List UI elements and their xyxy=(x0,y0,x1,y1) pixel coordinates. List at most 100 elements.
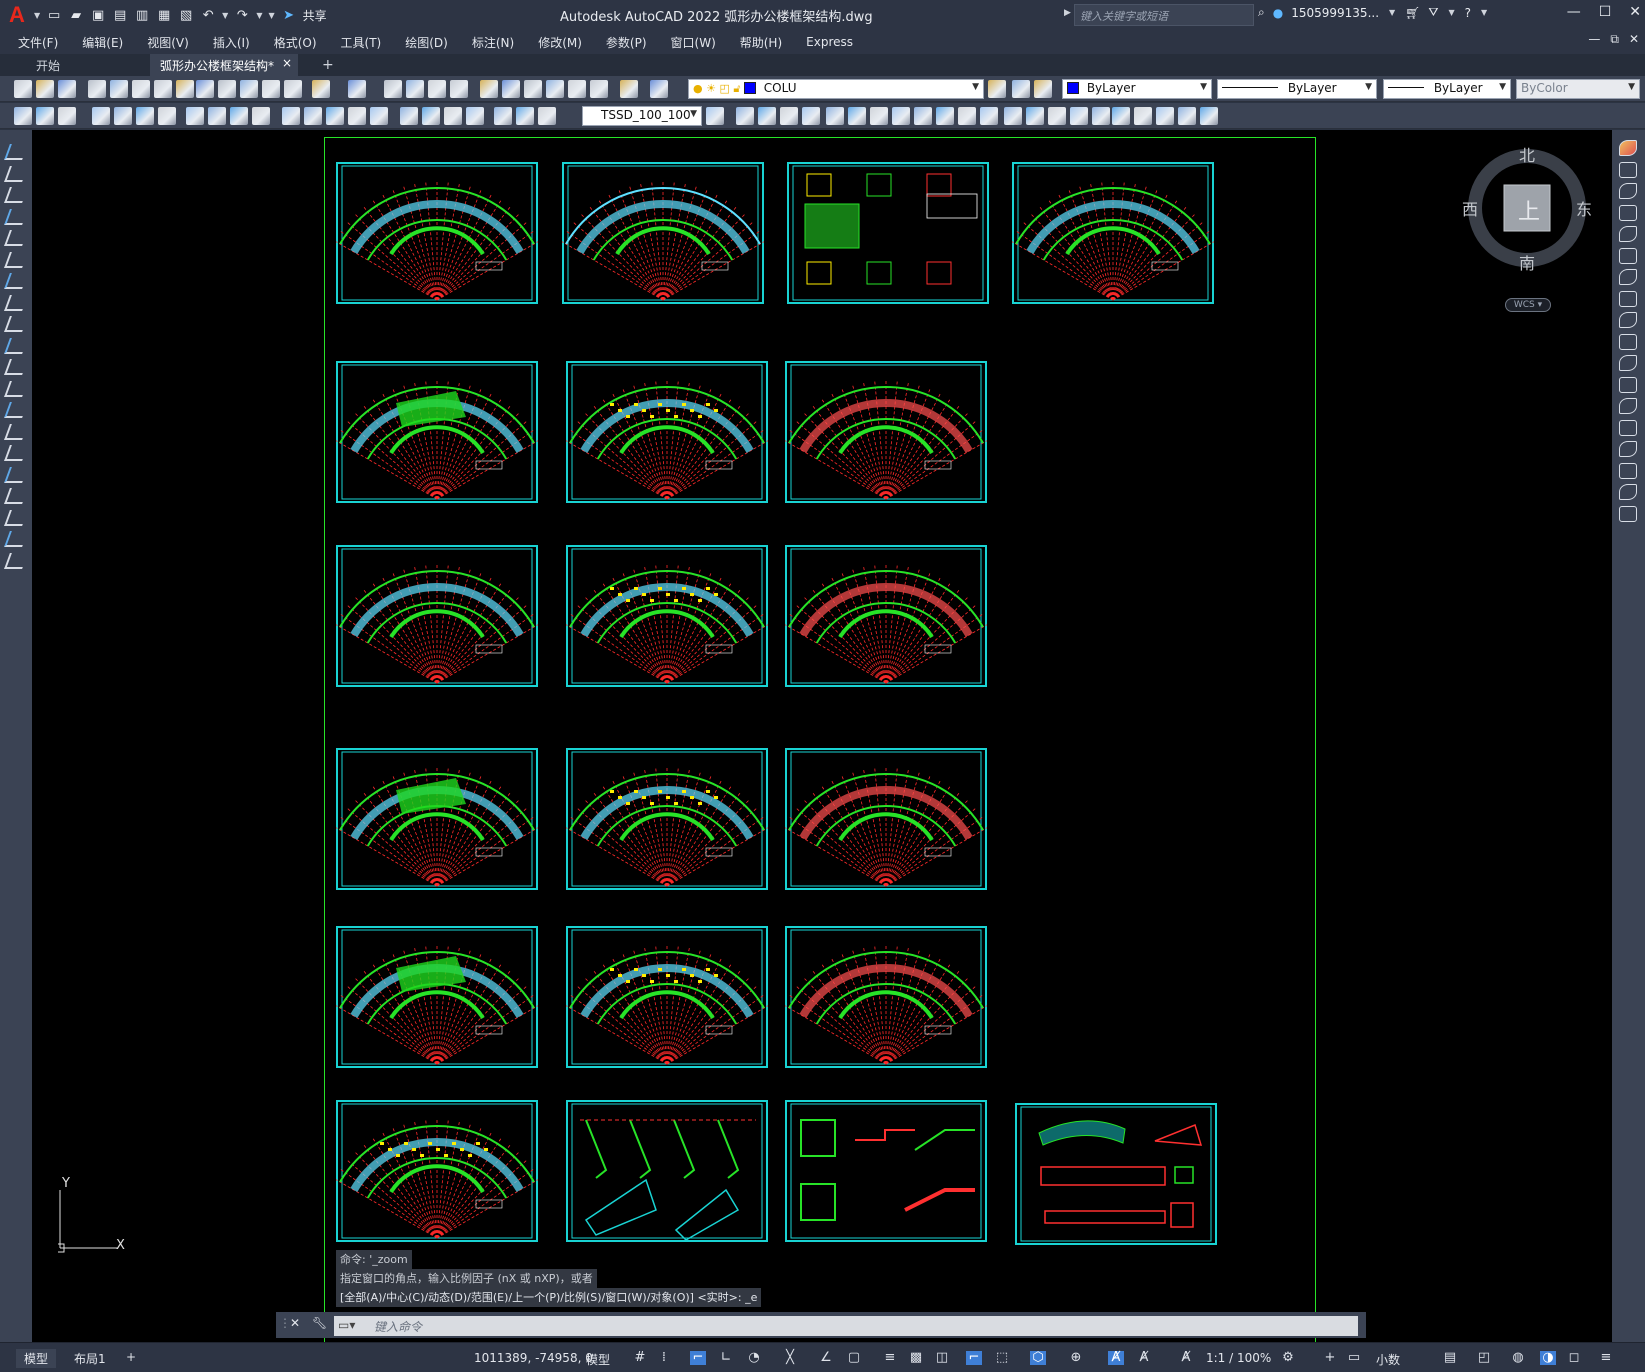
baseline-dim-icon[interactable] xyxy=(230,107,248,125)
aligned-dim-icon[interactable] xyxy=(1156,107,1174,125)
erase-tool-icon[interactable] xyxy=(1619,140,1637,156)
make-block-icon[interactable] xyxy=(4,402,28,418)
mirror-icon[interactable] xyxy=(706,107,724,125)
drawing-sheet[interactable] xyxy=(566,1100,768,1242)
menu-modify[interactable]: 修改(M) xyxy=(538,34,582,51)
compass-south[interactable]: 南 xyxy=(1519,250,1535,274)
break-icon[interactable] xyxy=(914,107,932,125)
cut-icon[interactable] xyxy=(196,80,214,98)
drawing-canvas[interactable]: 上 北 南 西 东 WCS ▾ Y X xyxy=(32,130,1612,1342)
object-snap-tracking-icon[interactable]: ∠ xyxy=(818,1351,834,1365)
point-icon[interactable] xyxy=(4,423,28,440)
undo-icon[interactable]: ↶ xyxy=(198,5,218,25)
multiline-text-icon[interactable] xyxy=(4,531,28,547)
tab-layout1[interactable]: 布局1 xyxy=(66,1349,114,1368)
chamfer-tool-icon[interactable] xyxy=(1619,441,1637,457)
zoom-previous-icon[interactable] xyxy=(450,80,468,98)
table-tool-icon[interactable] xyxy=(4,509,28,526)
selection-cycling-icon[interactable]: ◫ xyxy=(934,1351,950,1365)
redo-caret-icon[interactable]: ▼ xyxy=(256,11,262,20)
menu-insert[interactable]: 插入(I) xyxy=(213,34,250,51)
undo-icon[interactable] xyxy=(312,80,330,98)
layer-properties-icon[interactable] xyxy=(650,80,668,98)
tab-close-icon[interactable]: × xyxy=(282,56,292,70)
zoom-realtime-icon[interactable] xyxy=(406,80,424,98)
redo-icon[interactable]: ↷ xyxy=(232,5,252,25)
array-tool-icon[interactable] xyxy=(1619,226,1637,242)
menu-view[interactable]: 视图(V) xyxy=(147,34,189,51)
clean-screen-icon[interactable]: ◻ xyxy=(1566,1351,1582,1365)
tool-palettes-icon[interactable] xyxy=(524,80,542,98)
menu-edit[interactable]: 编辑(E) xyxy=(82,34,123,51)
polar-icon[interactable]: ◔ xyxy=(746,1351,762,1365)
plot-icon[interactable]: ▧ xyxy=(176,5,196,25)
drawing-sheet[interactable] xyxy=(336,1100,538,1242)
grid-icon[interactable]: # xyxy=(632,1351,648,1365)
sheet-set-icon[interactable] xyxy=(546,80,564,98)
paste-icon[interactable] xyxy=(240,80,258,98)
web-icon[interactable] xyxy=(176,80,194,98)
tolerance-icon[interactable] xyxy=(326,107,344,125)
search-icon[interactable]: ⌕ xyxy=(1258,5,1265,20)
annotation-scale[interactable]: 1:1 / 100% xyxy=(1206,1351,1271,1365)
dim-text-edit-icon[interactable] xyxy=(444,107,462,125)
search-input[interactable]: 键入关键字或短语 xyxy=(1074,4,1254,26)
lineweight-dropdown[interactable]: ByLayer ▼ xyxy=(1383,79,1511,99)
quick-dim-icon[interactable] xyxy=(208,107,226,125)
inspect-icon[interactable] xyxy=(370,107,388,125)
trim-icon[interactable] xyxy=(870,107,888,125)
search-expand-icon[interactable]: ▶ xyxy=(1064,8,1071,18)
save-as-icon[interactable]: ▤ xyxy=(110,5,130,25)
isolate-objects-icon[interactable]: ◍ xyxy=(1510,1351,1526,1365)
extend-tool-icon[interactable] xyxy=(1619,355,1637,371)
infer-constraints-icon[interactable]: ⌐ xyxy=(690,1351,706,1365)
dim-style-icon[interactable] xyxy=(494,107,512,125)
drawing-sheet[interactable] xyxy=(566,926,768,1068)
layer-previous-icon[interactable] xyxy=(1012,80,1030,98)
command-prompt-icon[interactable]: ▭▾ xyxy=(338,1318,355,1332)
array-icon[interactable] xyxy=(758,107,776,125)
menu-parametric[interactable]: 参数(P) xyxy=(606,34,647,51)
offset-tool-icon[interactable] xyxy=(1619,204,1637,221)
customize-icon[interactable]: ≡ xyxy=(1598,1351,1614,1365)
drawing-sheet[interactable] xyxy=(336,926,538,1068)
insert-block-icon[interactable] xyxy=(4,380,28,397)
stretch-tool-icon[interactable] xyxy=(1619,312,1637,328)
compass-east[interactable]: 东 xyxy=(1576,196,1592,220)
autocad-logo-icon[interactable]: A xyxy=(4,2,30,28)
command-customize-icon[interactable]: 🔧︎ xyxy=(312,1316,327,1330)
drawing-sheet[interactable] xyxy=(785,926,987,1068)
ellipse-icon[interactable] xyxy=(4,337,28,354)
doc-minimize-icon[interactable]: — xyxy=(1588,32,1600,47)
rotate-icon[interactable] xyxy=(802,107,820,125)
menu-express[interactable]: Express xyxy=(806,35,853,49)
construction-line-icon[interactable] xyxy=(4,165,28,182)
boundary-icon[interactable] xyxy=(1048,107,1066,125)
copy-icon[interactable] xyxy=(218,80,236,98)
tab-document[interactable]: 弧形办公楼框架结构* × xyxy=(150,54,298,76)
trim-tool-icon[interactable] xyxy=(1619,333,1637,350)
help-icon[interactable]: ? xyxy=(1465,6,1471,20)
3dprint-icon[interactable] xyxy=(154,80,172,98)
hatch-tool-icon[interactable] xyxy=(4,445,28,461)
isodraft-icon[interactable]: ╳ xyxy=(782,1351,798,1365)
menu-help[interactable]: 帮助(H) xyxy=(740,34,782,51)
angular-dim-icon[interactable] xyxy=(186,107,204,125)
drawing-sheet[interactable] xyxy=(785,361,987,503)
qnew-icon[interactable] xyxy=(14,80,32,98)
undo-caret-icon[interactable]: ▼ xyxy=(222,11,228,20)
radius-dim-icon[interactable] xyxy=(114,107,132,125)
break-at-point-icon[interactable] xyxy=(1619,376,1637,393)
doc-close-icon[interactable]: ✕ xyxy=(1629,32,1639,47)
diameter-dim-icon[interactable] xyxy=(158,107,176,125)
plot-icon[interactable] xyxy=(88,80,106,98)
store-cart-icon[interactable]: 🛒︎ xyxy=(1405,6,1420,20)
copy-tool-icon[interactable] xyxy=(1619,161,1637,178)
continue-dim-icon[interactable] xyxy=(252,107,270,125)
aligned-dim-icon[interactable] xyxy=(36,107,54,125)
center-mark-icon[interactable] xyxy=(348,107,366,125)
redo-icon[interactable] xyxy=(348,80,366,98)
polygon-icon[interactable] xyxy=(4,208,28,225)
match-properties-icon[interactable] xyxy=(262,80,280,98)
help-caret-icon[interactable]: ▼ xyxy=(1481,8,1487,17)
